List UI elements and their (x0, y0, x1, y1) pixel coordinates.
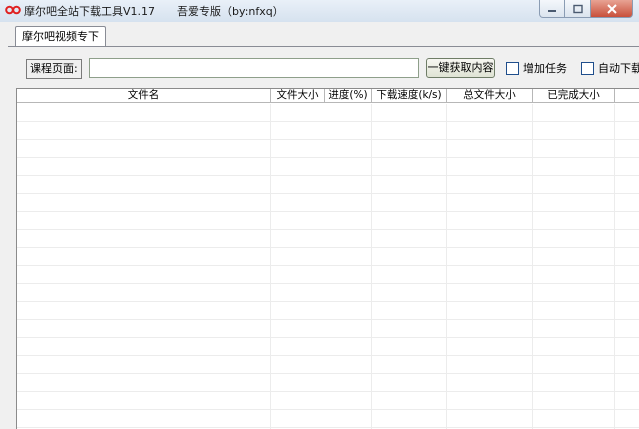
column-header-completed-size[interactable]: 已完成大小 (533, 89, 615, 103)
table-body[interactable] (17, 104, 639, 429)
window-title-main: 摩尔吧全站下载工具V1.17 (24, 5, 156, 18)
title-bar[interactable]: 摩尔吧全站下载工具V1.17 吾爱专版（by:nfxq） (0, 0, 639, 22)
column-divider (270, 104, 271, 429)
column-divider (371, 104, 372, 429)
column-header-speed[interactable]: 下载速度(k/s) (372, 89, 447, 103)
main-panel: 摩尔吧视频专下 课程页面: 一键获取内容 增加任务 自动下载 文件名 文件大小 … (0, 22, 639, 429)
column-divider (532, 104, 533, 429)
course-page-label: 课程页面: (26, 59, 82, 79)
auto-download-checkbox-box[interactable] (581, 61, 594, 75)
maximize-icon (572, 4, 583, 13)
tab-divider (8, 46, 639, 47)
app-icon (5, 5, 21, 15)
close-button[interactable] (591, 0, 633, 18)
close-icon (606, 3, 617, 14)
download-table[interactable]: 文件名 文件大小 进度(%) 下载速度(k/s) 总文件大小 已完成大小 (16, 88, 639, 429)
fetch-content-button[interactable]: 一键获取内容 (426, 58, 495, 78)
minimize-button[interactable] (539, 0, 565, 18)
window-controls (539, 0, 633, 18)
column-header-total-size[interactable]: 总文件大小 (447, 89, 533, 103)
auto-download-label: 自动下载 (598, 62, 639, 75)
add-task-checkbox-box[interactable] (506, 61, 519, 75)
maximize-button[interactable] (565, 0, 591, 18)
column-header-filler (615, 89, 639, 103)
window-title: 摩尔吧全站下载工具V1.17 吾爱专版（by:nfxq） (24, 3, 284, 19)
column-divider (614, 104, 615, 429)
tab-video-download[interactable]: 摩尔吧视频专下 (15, 26, 106, 46)
add-task-checkbox[interactable]: 增加任务 (506, 60, 567, 76)
column-header-file-name[interactable]: 文件名 (17, 89, 271, 103)
column-header-progress[interactable]: 进度(%) (325, 89, 372, 103)
minimize-icon (548, 9, 556, 12)
column-divider (446, 104, 447, 429)
window-title-sub: 吾爱专版（by:nfxq） (177, 5, 284, 18)
add-task-label: 增加任务 (523, 62, 567, 75)
auto-download-checkbox[interactable]: 自动下载 (581, 60, 639, 76)
course-page-input[interactable] (89, 58, 419, 78)
column-header-file-size[interactable]: 文件大小 (271, 89, 325, 103)
table-header: 文件名 文件大小 进度(%) 下载速度(k/s) 总文件大小 已完成大小 (17, 89, 639, 103)
